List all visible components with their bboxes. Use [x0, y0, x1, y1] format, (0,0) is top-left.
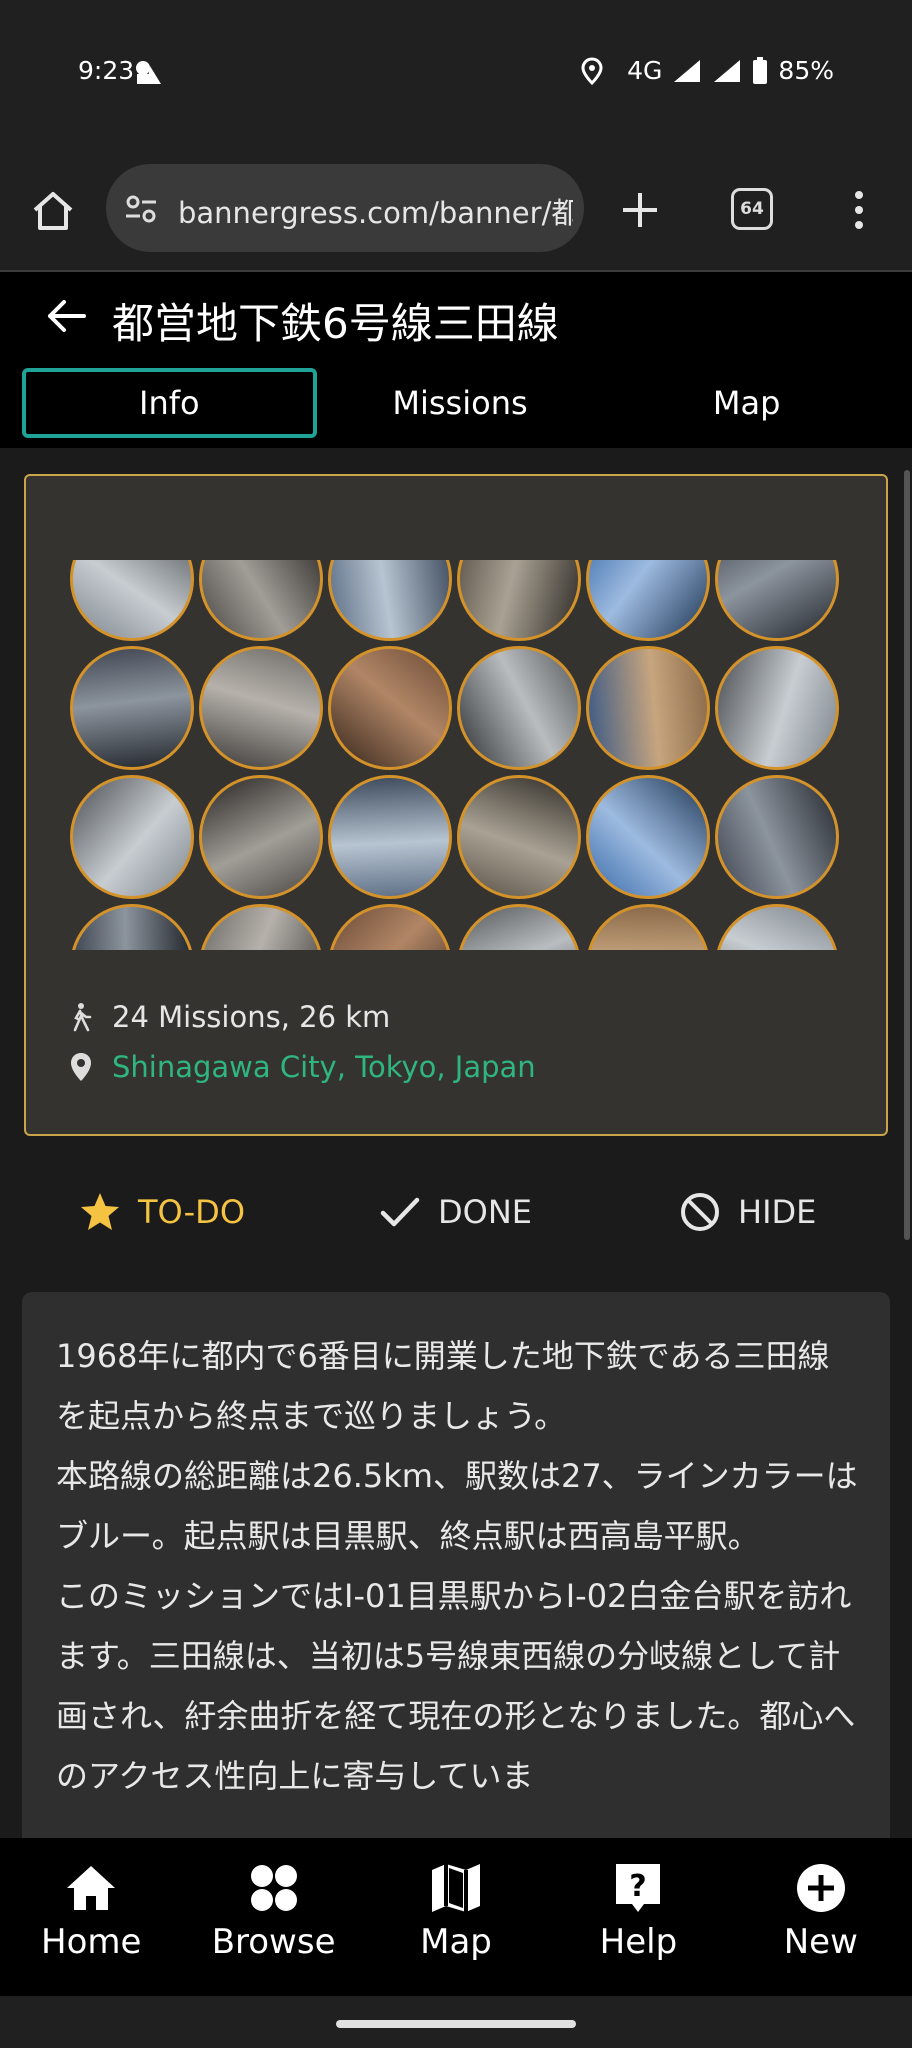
nav-home[interactable]: Home — [0, 1838, 182, 1996]
mission-badge[interactable] — [586, 775, 710, 899]
mission-badge[interactable] — [199, 646, 323, 770]
missions-info: 24 Missions, 26 km — [66, 1000, 390, 1034]
nav-home-label: Home — [41, 1922, 142, 1962]
mission-badge[interactable] — [457, 560, 581, 641]
nav-browse[interactable]: Browse — [182, 1838, 364, 1996]
site-settings-icon[interactable] — [124, 192, 158, 226]
browser-menu-icon[interactable] — [844, 187, 874, 233]
back-arrow-icon[interactable] — [44, 294, 88, 338]
mission-badge[interactable] — [586, 560, 710, 641]
nav-new-label: New — [783, 1922, 858, 1962]
tab-switcher-button[interactable]: 64 — [731, 188, 773, 230]
banner-mosaic[interactable] — [70, 560, 850, 950]
nav-help-label: Help — [599, 1922, 678, 1962]
done-button[interactable]: DONE — [378, 1190, 532, 1234]
banner-description: 1968年に都内で6番目に開業した地下鉄である三田線を起点から終点まで巡りましょ… — [22, 1292, 890, 1852]
browser-home-icon[interactable] — [30, 188, 76, 234]
mission-badge[interactable] — [328, 646, 452, 770]
mission-badge[interactable] — [586, 646, 710, 770]
mission-badge[interactable] — [715, 646, 839, 770]
tab-bar: Info Missions Map — [22, 368, 890, 438]
location-link[interactable]: Shinagawa City, Tokyo, Japan — [112, 1050, 536, 1084]
mission-badge[interactable] — [199, 560, 323, 641]
mission-badge[interactable] — [457, 775, 581, 899]
status-icons: 4G 85% — [581, 56, 834, 85]
nav-map[interactable]: Map — [365, 1838, 547, 1996]
missions-summary: 24 Missions, 26 km — [112, 1000, 391, 1034]
mission-badge[interactable] — [328, 904, 452, 950]
signal-icon — [674, 59, 701, 82]
walking-icon — [73, 1003, 92, 1032]
todo-label: TO-DO — [138, 1193, 245, 1231]
tab-map[interactable]: Map — [603, 368, 890, 438]
tab-info[interactable]: Info — [22, 368, 317, 438]
mission-badge[interactable] — [715, 775, 839, 899]
description-text: 1968年に都内で6番目に開業した地下鉄である三田線を起点から終点まで巡りましょ… — [56, 1337, 858, 1795]
location-pin-icon — [71, 1053, 91, 1081]
page-scrollbar[interactable] — [904, 470, 910, 1240]
battery-level: 85% — [778, 56, 834, 85]
map-icon — [432, 1864, 481, 1912]
browse-icon — [250, 1865, 297, 1911]
home-icon — [67, 1866, 116, 1910]
banner-card: 24 Missions, 26 km Shinagawa City, Tokyo… — [24, 474, 888, 1136]
page-title: 都営地下鉄6号線三田線 — [112, 299, 559, 348]
nav-map-label: Map — [420, 1922, 492, 1962]
network-type: 4G — [627, 56, 663, 85]
new-icon — [796, 1864, 845, 1912]
mission-badge[interactable] — [715, 904, 839, 950]
mission-badge[interactable] — [70, 646, 194, 770]
star-icon — [81, 1193, 119, 1230]
mission-badge[interactable] — [715, 560, 839, 641]
nav-help[interactable]: ? Help — [547, 1838, 729, 1996]
gesture-bar — [0, 1996, 912, 2048]
new-tab-icon[interactable] — [617, 187, 663, 233]
nav-new[interactable]: New — [730, 1838, 912, 1996]
svg-text:?: ? — [630, 1869, 647, 1904]
mission-badge[interactable] — [328, 560, 452, 641]
status-bar: 9:23 4G 85% — [0, 0, 912, 150]
status-time: 9:23 — [78, 56, 135, 85]
notification-icon — [136, 61, 161, 84]
url-text[interactable]: bannergress.com/banner/都 — [178, 190, 573, 232]
hide-button[interactable]: HIDE — [678, 1190, 816, 1234]
bottom-navigation: Home Browse Map ? Help New — [0, 1838, 912, 1996]
done-label: DONE — [438, 1193, 532, 1231]
help-icon: ? — [616, 1864, 661, 1912]
mission-badge[interactable] — [70, 560, 194, 641]
gesture-handle[interactable] — [336, 2020, 576, 2028]
block-icon — [681, 1193, 719, 1231]
mission-badge[interactable] — [70, 904, 194, 950]
mission-badge[interactable] — [328, 775, 452, 899]
todo-button[interactable]: TO-DO — [78, 1190, 245, 1234]
mission-badge[interactable] — [457, 646, 581, 770]
mission-badge[interactable] — [199, 904, 323, 950]
mission-badge[interactable] — [457, 904, 581, 950]
mission-badge[interactable] — [199, 775, 323, 899]
hide-label: HIDE — [738, 1193, 817, 1231]
battery-icon — [753, 56, 768, 84]
nav-browse-label: Browse — [211, 1922, 336, 1962]
mission-badge[interactable] — [586, 904, 710, 950]
signal-icon-2 — [714, 59, 741, 82]
location-info: Shinagawa City, Tokyo, Japan — [66, 1050, 536, 1084]
location-status-icon — [581, 56, 603, 85]
banner-actions: TO-DO DONE HIDE — [0, 1176, 912, 1256]
tab-missions[interactable]: Missions — [317, 368, 604, 438]
address-bar[interactable]: bannergress.com/banner/都 — [106, 164, 584, 252]
browser-toolbar: bannergress.com/banner/都 64 — [0, 150, 912, 272]
check-icon — [380, 1197, 420, 1227]
mission-badge[interactable] — [70, 775, 194, 899]
page-header: 都営地下鉄6号線三田線 Info Missions Map — [0, 272, 912, 448]
